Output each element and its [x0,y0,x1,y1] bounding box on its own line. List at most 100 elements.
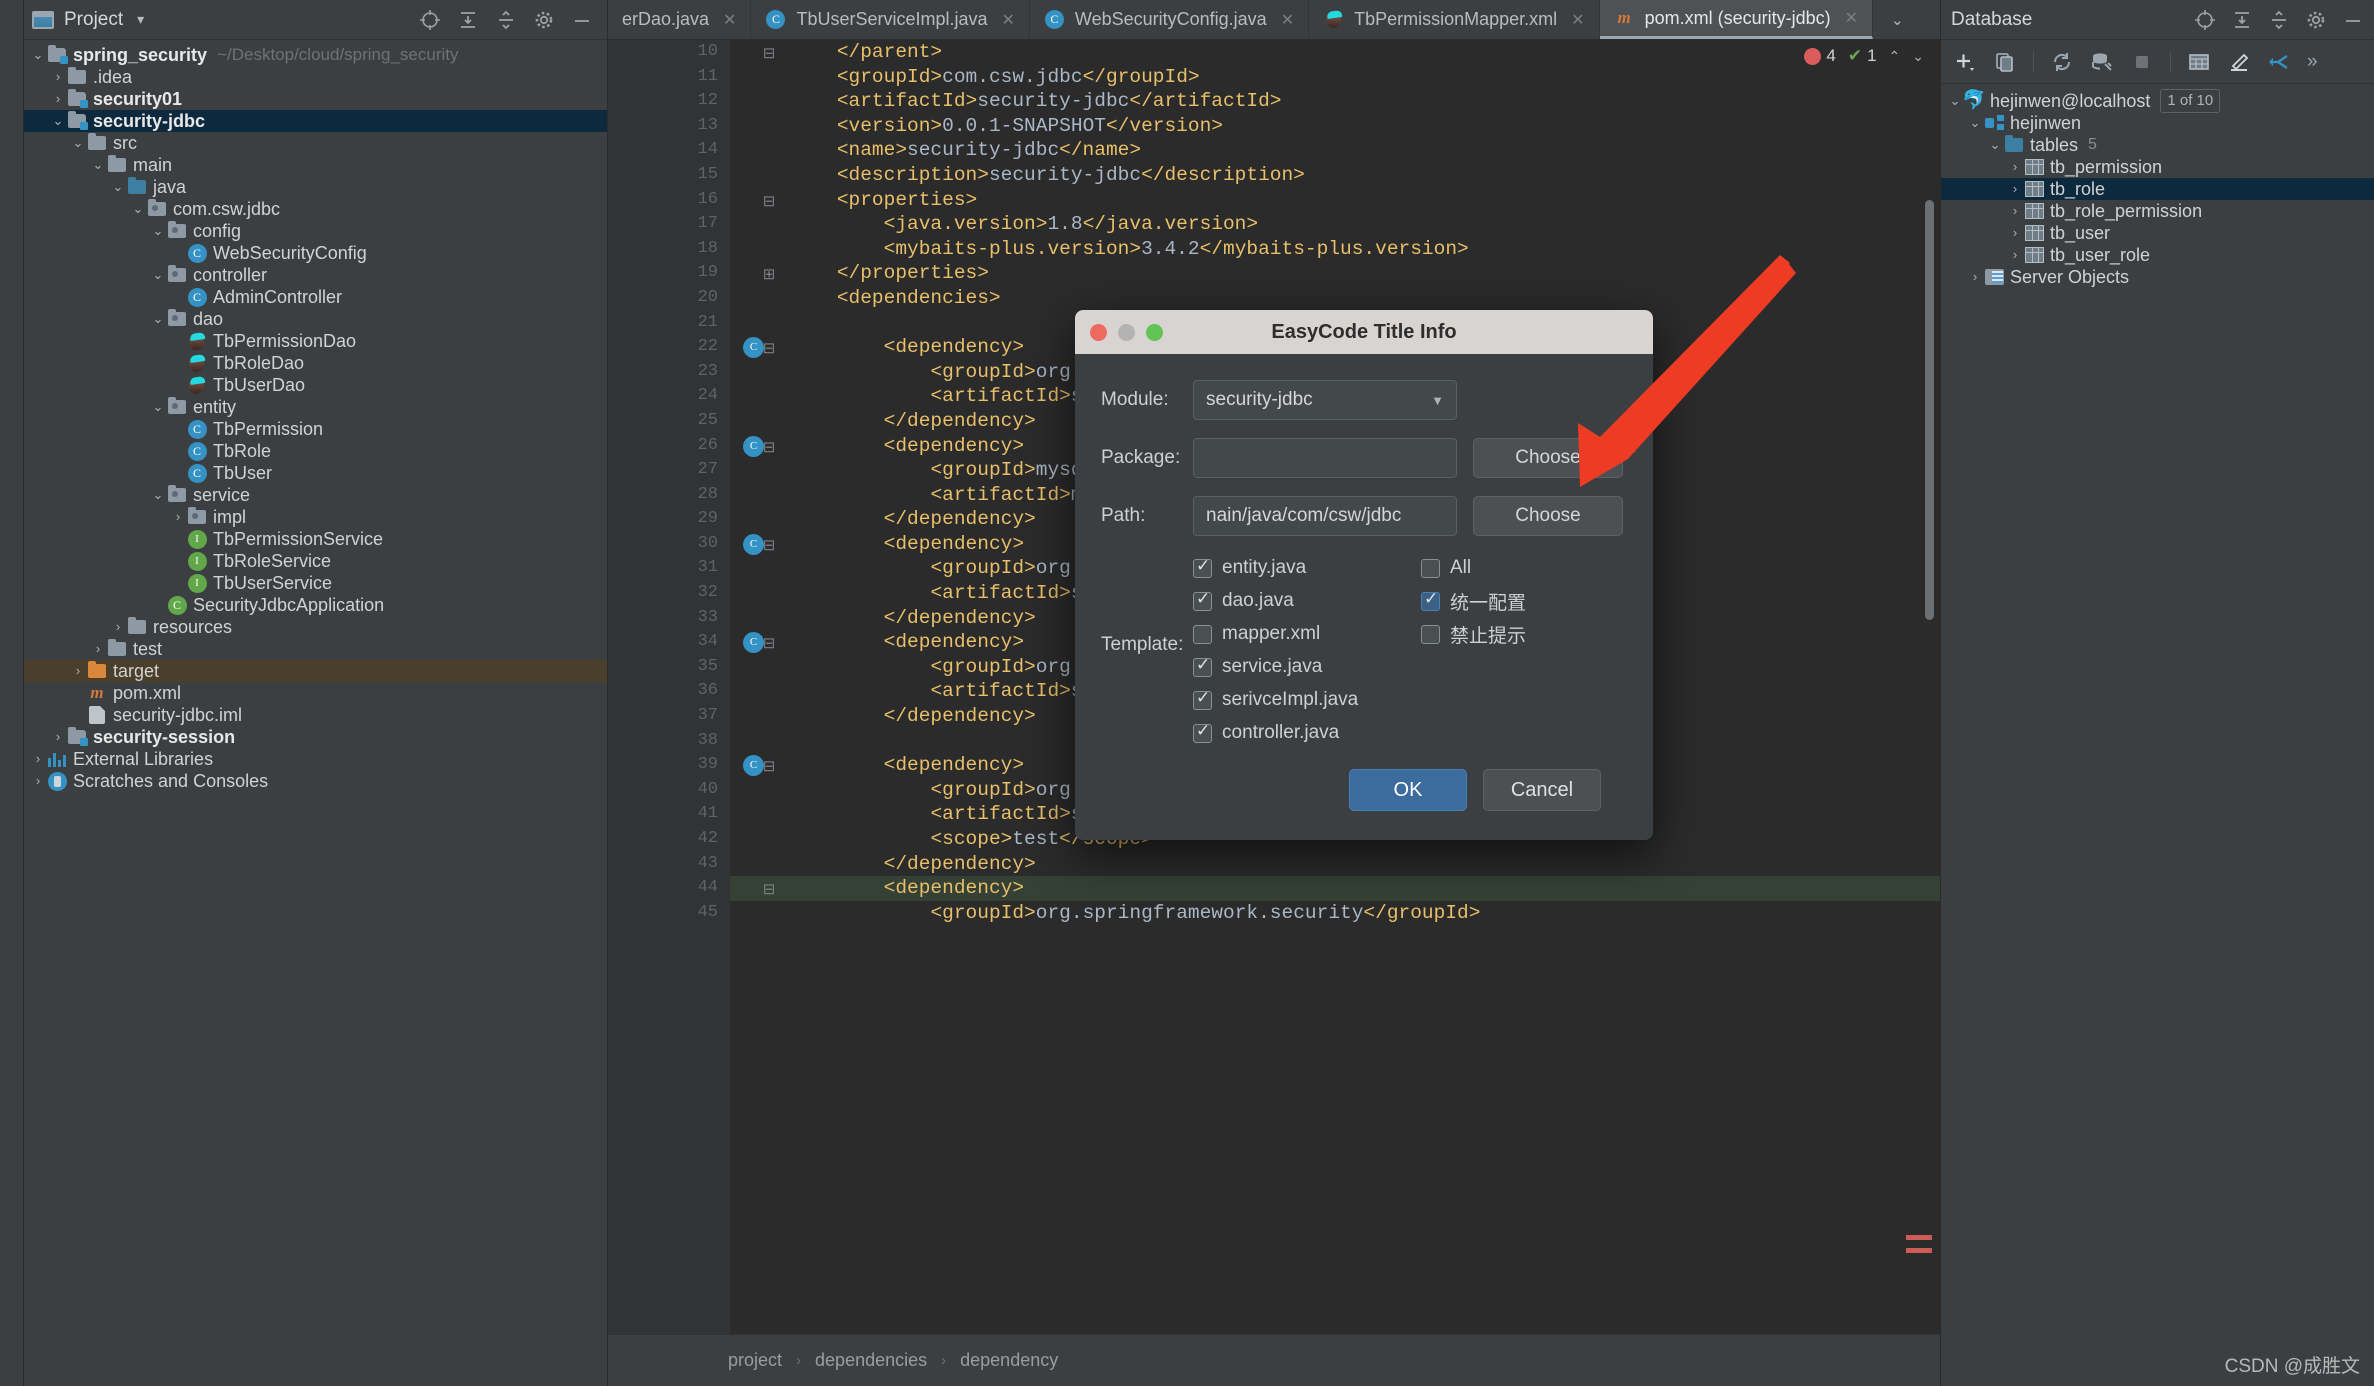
chevron-down-icon[interactable]: ⌄ [150,308,166,330]
checkbox-row[interactable]: controller.java [1193,719,1421,747]
chevron-down-icon[interactable]: ⌄ [150,396,166,418]
chevron-right-icon[interactable]: › [170,506,186,528]
project-tree-item[interactable]: › .idea [24,66,607,88]
project-tree-item[interactable]: ⌄ controller [24,264,607,286]
code-line[interactable]: <java.version>1.8</java.version> [730,212,1940,237]
checkbox-icon[interactable] [1421,624,1440,644]
chevron-down-icon[interactable]: ⌄ [1873,0,1922,39]
database-tree-item[interactable]: › Server Objects [1941,266,2374,288]
fold-collapse-icon[interactable]: ⊟ [760,192,778,210]
cancel-button[interactable]: Cancel [1483,769,1601,811]
fold-collapse-icon[interactable]: ⊟ [760,339,778,357]
checkbox-icon[interactable] [1193,556,1212,578]
chevron-right-icon[interactable]: › [70,660,86,682]
chevron-down-icon[interactable]: ⌄ [150,484,166,506]
chevron-right-icon[interactable]: › [2007,178,2023,200]
checkbox-icon[interactable] [1421,558,1440,578]
database-tree-item[interactable]: ⌄ tables 5 [1941,134,2374,156]
breadcrumb-item[interactable]: dependency [960,1350,1058,1371]
project-tree-item[interactable]: ›CWebSecurityConfig [24,242,607,264]
error-marker[interactable] [1906,1235,1932,1240]
database-tree[interactable]: ⌄ 🐬 hejinwen@localhost 1 of 10 ⌄ hejinwen ⌄ tab… [1941,84,2374,288]
add-icon[interactable] [1953,50,1977,74]
project-tree-item[interactable]: › security-session [24,726,607,748]
database-tree-item[interactable]: › tb_user [1941,222,2374,244]
checkbox-row[interactable]: All [1421,554,1526,582]
editor-tab-bar[interactable]: erDao.java ✕ C TbUserServiceImpl.java ✕ C WebS… [608,0,1940,40]
project-tree-item[interactable]: ›ITbRoleService [24,550,607,572]
chevron-down-icon[interactable]: ⌄ [1987,134,2003,156]
project-tree-item[interactable]: ›CTbUser [24,462,607,484]
chevron-down-icon[interactable]: ⌄ [70,132,86,154]
project-tree-item[interactable]: ›CTbPermission [24,418,607,440]
chevron-right-icon[interactable]: › [2007,244,2023,266]
editor-tab[interactable]: TbPermissionMapper.xml ✕ [1309,0,1600,39]
project-tree-item[interactable]: › target [24,660,607,682]
chevron-right-icon[interactable]: › [1967,266,1983,288]
chevron-down-icon[interactable]: ⌄ [50,110,66,132]
project-tree-item[interactable]: › impl [24,506,607,528]
expand-icon[interactable] [495,9,517,31]
project-tree-item[interactable]: ›CSecurityJdbcApplication [24,594,607,616]
table-icon[interactable] [2187,50,2211,74]
package-input[interactable] [1193,438,1457,478]
database-tree-item[interactable]: › tb_role_permission [1941,200,2374,222]
project-tree-item[interactable]: ⌄ entity [24,396,607,418]
checkbox-icon[interactable] [1193,624,1212,644]
checkbox-row[interactable]: service.java [1193,653,1421,681]
option-checkbox-list[interactable]: All 统一配置禁止提示 [1421,554,1526,747]
jump-to-icon[interactable] [2267,50,2291,74]
expand-icon[interactable] [2268,9,2290,31]
checkbox-icon[interactable] [1421,589,1440,611]
checkbox-row[interactable]: dao.java [1193,587,1421,615]
close-icon[interactable]: ✕ [723,10,736,30]
breadcrumb-item[interactable]: project [728,1350,782,1371]
module-select[interactable]: security-jdbc ▼ [1193,380,1457,420]
fold-collapse-icon[interactable]: ⊟ [760,438,778,456]
easycode-dialog[interactable]: EasyCode Title Info Module: security-jdb… [1075,310,1653,840]
breadcrumb-item[interactable]: dependencies [815,1350,927,1371]
chevron-right-icon[interactable]: › [30,748,46,770]
warning-count-badge[interactable]: ✔ 1 [1848,46,1877,66]
project-tree-item[interactable]: › security01 [24,88,607,110]
code-line[interactable]: </parent> [730,40,1940,65]
template-checkbox-list[interactable]: entity.java dao.java mapper.xml service.jav… [1193,554,1421,747]
project-tree-item[interactable]: ⌄ service [24,484,607,506]
close-icon[interactable]: ✕ [1845,8,1858,28]
checkbox-icon[interactable] [1193,655,1212,677]
fold-collapse-icon[interactable]: ⊟ [760,536,778,554]
fold-collapse-icon[interactable]: ⊟ [760,757,778,775]
project-tree-item[interactable]: › External Libraries [24,748,607,770]
code-line[interactable]: <dependency> [730,876,1940,901]
editor-tab[interactable]: C WebSecurityConfig.java ✕ [1030,0,1310,39]
database-tree-item[interactable]: ⌄ hejinwen [1941,112,2374,134]
code-line[interactable]: </properties> [730,261,1940,286]
project-tree-item[interactable]: ⌄ security-jdbc [24,110,607,132]
minimize-icon[interactable] [2342,9,2364,31]
project-tree-item[interactable]: ⌄ spring_security ~/Desktop/cloud/spring_s… [24,44,607,66]
path-choose-button[interactable]: Choose [1473,496,1623,536]
collapse-all-icon[interactable] [2231,9,2253,31]
close-icon[interactable]: ✕ [1002,10,1015,30]
copy-icon[interactable] [1993,50,2017,74]
chevron-down-icon[interactable]: ⌄ [130,198,146,220]
database-tree-item[interactable]: › tb_permission [1941,156,2374,178]
code-line[interactable]: <groupId>org.springframework.security</g… [730,901,1940,926]
code-line[interactable]: </dependency> [730,852,1940,877]
more-icon[interactable]: » [2307,51,2318,73]
ok-button[interactable]: OK [1349,769,1467,811]
project-tree-item[interactable]: › Scratches and Consoles [24,770,607,792]
checkbox-icon[interactable] [1193,589,1212,611]
close-icon[interactable]: ✕ [1571,10,1584,30]
edit-icon[interactable] [2227,50,2251,74]
project-tree-item[interactable]: ›ITbUserService [24,572,607,594]
close-icon[interactable]: ✕ [1281,10,1294,30]
project-tree-item[interactable]: ›security-jdbc.iml [24,704,607,726]
checkbox-row[interactable]: 统一配置 [1421,587,1526,615]
chevron-right-icon[interactable]: › [90,638,106,660]
project-tree-item[interactable]: ›TbRoleDao [24,352,607,374]
fold-expand-icon[interactable]: ⊞ [760,265,778,283]
database-tree-item[interactable]: ⌄ 🐬 hejinwen@localhost 1 of 10 [1941,89,2374,113]
chevron-down-icon[interactable]: ⌄ [110,176,126,198]
chevron-down-icon[interactable]: ⌄ [1967,112,1983,134]
